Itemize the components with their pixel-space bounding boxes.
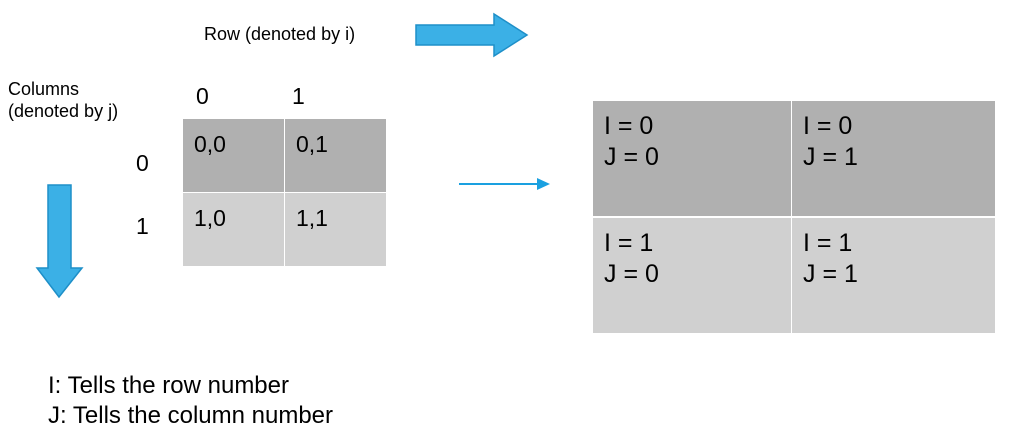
row-label: Row (denoted by i) xyxy=(204,24,356,44)
cell-label: 0,0 xyxy=(194,131,226,157)
i-value: I = 0 xyxy=(604,112,654,140)
column-index-0: 0 xyxy=(196,83,209,109)
small-grid-cell: 1,0 xyxy=(183,193,284,266)
row-index-0: 0 xyxy=(136,150,149,176)
legend-j: J: Tells the column number xyxy=(48,402,334,429)
j-value: J = 0 xyxy=(604,143,659,171)
i-value: I = 1 xyxy=(803,229,853,257)
j-value: J = 1 xyxy=(803,143,858,171)
arrow-down-icon xyxy=(35,184,84,299)
column-index-1: 1 xyxy=(292,83,305,109)
big-grid-cell: I = 1 J = 0 xyxy=(593,218,791,333)
big-grid-cell: I = 0 J = 1 xyxy=(792,101,995,216)
columns-label: Columns (denoted by j) xyxy=(8,79,119,121)
row-index-1: 1 xyxy=(136,213,149,239)
small-grid-cell: 0,1 xyxy=(285,119,386,192)
i-value: I = 1 xyxy=(604,229,654,257)
arrow-right-icon xyxy=(415,12,529,58)
cell-label: 0,1 xyxy=(296,131,328,157)
legend-i: I: Tells the row number xyxy=(48,372,289,399)
cell-label: 1,0 xyxy=(194,205,226,231)
cell-label: 1,1 xyxy=(296,205,328,231)
thin-arrow-right-icon xyxy=(459,178,550,190)
j-value: J = 1 xyxy=(803,260,858,288)
small-grid-cell: 0,0 xyxy=(183,119,284,192)
i-value: I = 0 xyxy=(803,112,853,140)
small-grid-cell: 1,1 xyxy=(285,193,386,266)
big-grid-cell: I = 1 J = 1 xyxy=(792,218,995,333)
big-grid-cell: I = 0 J = 0 xyxy=(593,101,791,216)
j-value: J = 0 xyxy=(604,260,659,288)
